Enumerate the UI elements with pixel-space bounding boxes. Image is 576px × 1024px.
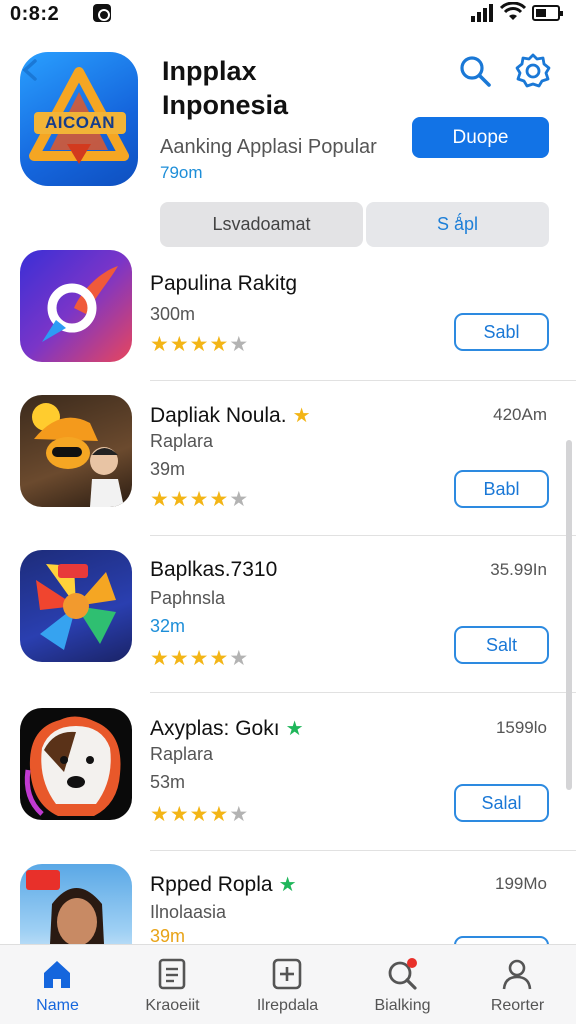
- app-size: 32m: [150, 616, 186, 636]
- tab-label: Ilrepdala: [256, 997, 319, 1014]
- list-item[interactable]: Axyplas: Gokı ★ Raplara 53m ★★★★★ 1599lo …: [0, 708, 576, 864]
- app-name: Rpped Ropla ★: [150, 872, 297, 897]
- row-divider: [150, 692, 576, 693]
- download-count: 199Mo: [495, 874, 547, 893]
- person-icon: [502, 959, 532, 990]
- status-time: 0:8:2: [10, 3, 60, 25]
- page-subtitle: Aanking Applasi Popular: [160, 136, 377, 158]
- get-button[interactable]: Babl: [454, 470, 549, 508]
- star-badge-icon: ★: [278, 874, 297, 896]
- app-category: Raplara: [150, 744, 214, 764]
- tab-ilrepdala[interactable]: Ilrepdala: [230, 945, 345, 1024]
- rating-stars: ★★★★★: [150, 647, 250, 670]
- app-count: 79om: [160, 163, 203, 182]
- segment-tab-2[interactable]: S ǻpl: [366, 202, 549, 247]
- app-name: Papulina Rakitg: [150, 272, 297, 296]
- featured-app-wordmark: AICOAN: [34, 112, 126, 134]
- segment-tab-1[interactable]: Lsvadoamat: [160, 202, 363, 247]
- star-badge-icon: ★: [285, 718, 304, 740]
- app-name-text: Axyplas: Gokı: [150, 717, 280, 740]
- gear-icon[interactable]: [514, 52, 552, 90]
- app-size: 39m: [150, 926, 186, 944]
- app-size: 39m: [150, 459, 186, 479]
- app-category: Ilnolaasia: [150, 902, 227, 922]
- search-icon[interactable]: [458, 54, 492, 88]
- tab-label: Bialking: [374, 997, 431, 1014]
- app-name-text: Baplkas.7310: [150, 558, 278, 581]
- app-icon: [20, 395, 132, 507]
- list-icon: [158, 958, 186, 990]
- app-name-text: Rpped Ropla: [150, 873, 273, 896]
- tab-label: Reorter: [490, 997, 545, 1014]
- list-item[interactable]: Rpped Ropla ★ Ilnolaasia 39m 199Mo: [0, 864, 576, 944]
- tab-bar: Name Kraoeiit Ilrepdala Bialking Reorter: [0, 944, 576, 1024]
- screen-record-icon: [93, 4, 111, 22]
- rating-stars: ★★★★★: [150, 333, 250, 356]
- app-icon: [20, 550, 132, 662]
- tab-label: Name: [36, 997, 79, 1014]
- app-icon: [20, 250, 132, 362]
- download-count: 1599lo: [495, 718, 547, 737]
- list-item[interactable]: Baplkas.7310 Paphnsla 32m ★★★★★ 35.99In …: [0, 550, 576, 706]
- rating-stars: ★★★★★: [150, 488, 250, 511]
- tab-reorter[interactable]: Reorter: [460, 945, 575, 1024]
- tab-kraoeiit[interactable]: Kraoeiit: [115, 945, 230, 1024]
- search-badge-icon: [388, 958, 417, 990]
- list-item[interactable]: Dapliak Noula. ★ Raplara 39m ★★★★★ 420Am …: [0, 395, 576, 551]
- app-screen: 0:8:2 AICOAN Inpplax Inponesia Aanking A…: [0, 0, 576, 1024]
- get-button[interactable]: Salt: [454, 626, 549, 664]
- plus-box-icon: [272, 958, 302, 990]
- chevron-left-icon[interactable]: [20, 58, 40, 82]
- tab-home[interactable]: Name: [0, 945, 115, 1024]
- app-size: 300m: [150, 304, 196, 324]
- scrollbar[interactable]: [566, 440, 572, 790]
- app-name: Dapliak Noula. ★: [150, 403, 311, 428]
- app-icon: [20, 708, 132, 820]
- get-button[interactable]: [454, 936, 549, 944]
- app-name: Baplkas.7310: [150, 558, 277, 582]
- tab-bialking[interactable]: Bialking: [345, 945, 460, 1024]
- home-icon: [44, 961, 70, 988]
- wifi-icon: [500, 2, 526, 20]
- row-divider: [150, 535, 576, 536]
- get-button[interactable]: Sabl: [454, 313, 549, 351]
- app-size: 53m: [150, 772, 186, 792]
- rating-stars: ★★★★★: [150, 803, 250, 826]
- app-name: Axyplas: Gokı ★: [150, 716, 304, 741]
- download-count: 420Am: [493, 405, 547, 424]
- list-item[interactable]: Papulina Rakitg 300m ★★★★★ Sabl: [0, 250, 576, 406]
- app-category: Paphnsla: [150, 588, 226, 608]
- app-list: Papulina Rakitg 300m ★★★★★ Sabl Dapliak …: [0, 250, 576, 944]
- row-divider: [150, 850, 576, 851]
- battery-icon: [532, 5, 563, 21]
- page-title: Inpplax: [162, 56, 257, 86]
- app-name-text: Papulina Rakitg: [150, 272, 298, 295]
- signal-icon: [471, 4, 493, 22]
- status-bar: 0:8:2: [0, 0, 576, 30]
- page-title-line2: Inponesia: [162, 90, 289, 120]
- get-button[interactable]: Salal: [454, 784, 549, 822]
- app-category: Raplara: [150, 431, 214, 451]
- primary-action-button[interactable]: Duope: [412, 117, 549, 158]
- download-count: 35.99In: [490, 560, 547, 579]
- tab-label: Kraoeiit: [145, 997, 200, 1014]
- app-icon: [20, 864, 132, 944]
- row-divider: [150, 380, 576, 381]
- star-badge-icon: ★: [292, 405, 311, 427]
- app-name-text: Dapliak Noula.: [150, 404, 287, 427]
